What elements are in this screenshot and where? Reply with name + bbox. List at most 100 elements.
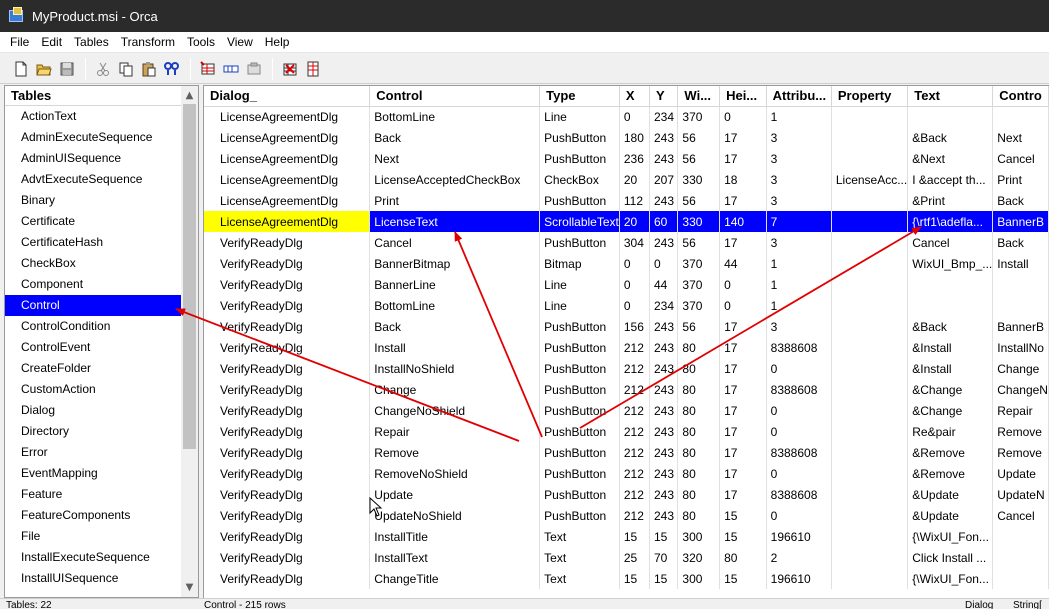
table-list-item[interactable]: ControlEvent [5, 337, 198, 358]
table-cell[interactable] [907, 295, 994, 316]
table-cell[interactable]: 243 [649, 148, 679, 169]
table-cell[interactable]: LicenseAgreementDlg [204, 211, 371, 232]
table-cell[interactable]: PushButton [539, 442, 620, 463]
table-cell[interactable]: 243 [649, 442, 679, 463]
table-cell[interactable] [831, 568, 909, 589]
table-cell[interactable]: 44 [649, 274, 679, 295]
table-cell[interactable]: ChangeTitle [369, 568, 541, 589]
table-cell[interactable]: 80 [677, 484, 721, 505]
table-cell[interactable]: Text [539, 526, 620, 547]
table-cell[interactable]: 80 [677, 421, 721, 442]
table-cell[interactable]: 15 [619, 526, 651, 547]
table-cell[interactable]: PushButton [539, 190, 620, 211]
table-cell[interactable]: InstallTitle [369, 526, 541, 547]
table-cell[interactable]: LicenseAcceptedCheckBox [369, 169, 541, 190]
table-cell[interactable]: InstallNoShield [369, 358, 541, 379]
table-list-item[interactable]: AdminUISequence [5, 148, 198, 169]
table-list-item[interactable]: CustomAction [5, 379, 198, 400]
table-cell[interactable]: Text [539, 568, 620, 589]
table-row[interactable]: LicenseAgreementDlg BottomLine Line 0 234 370… [204, 106, 1049, 127]
table-cell[interactable]: Cancel [907, 232, 994, 253]
table-cell[interactable]: BannerB [992, 316, 1049, 337]
table-cell[interactable]: 300 [677, 568, 721, 589]
table-cell[interactable] [831, 379, 909, 400]
table-cell[interactable]: 243 [649, 505, 679, 526]
table-cell[interactable]: 0 [649, 253, 679, 274]
table-cell[interactable] [992, 274, 1049, 295]
table-cell[interactable]: 80 [677, 505, 721, 526]
table-cell[interactable]: 0 [619, 274, 651, 295]
column-header[interactable]: Y [649, 86, 679, 107]
menu-view[interactable]: View [221, 35, 259, 49]
table-cell[interactable] [992, 526, 1049, 547]
table-cell[interactable]: 243 [649, 127, 679, 148]
table-cell[interactable]: 212 [619, 484, 651, 505]
table-cell[interactable]: VerifyReadyDlg [204, 547, 371, 568]
table-cell[interactable] [831, 190, 909, 211]
table-cell[interactable]: Print [369, 190, 541, 211]
table-list-item[interactable]: CreateFolder [5, 358, 198, 379]
table-cell[interactable]: VerifyReadyDlg [204, 253, 371, 274]
table-cell[interactable]: PushButton [539, 316, 620, 337]
table-cell[interactable]: 243 [649, 400, 679, 421]
table-row[interactable]: LicenseAgreementDlg LicenseText Scrollable… [204, 211, 1049, 232]
table-cell[interactable]: VerifyReadyDlg [204, 484, 371, 505]
table-cell[interactable] [831, 211, 909, 232]
table-row[interactable]: VerifyReadyDlg InstallNoShield PushButton 2… [204, 358, 1049, 379]
table-cell[interactable]: 3 [766, 190, 832, 211]
table-cell[interactable]: Cancel [369, 232, 541, 253]
table-cell[interactable]: 18 [719, 169, 767, 190]
table-list-item[interactable]: FeatureComponents [5, 505, 198, 526]
table-cell[interactable]: 370 [677, 106, 721, 127]
table-cell[interactable]: &Update [907, 505, 994, 526]
table-cell[interactable] [992, 106, 1049, 127]
table-cell[interactable]: 140 [719, 211, 767, 232]
table-cell[interactable]: 80 [719, 547, 767, 568]
table-cell[interactable]: 243 [649, 232, 679, 253]
table-cell[interactable]: 20 [619, 211, 651, 232]
table-cell[interactable]: BannerB [992, 211, 1049, 232]
table-cell[interactable]: 330 [677, 169, 721, 190]
merge-module-icon[interactable] [302, 58, 324, 80]
table-cell[interactable]: 15 [719, 505, 767, 526]
table-cell[interactable]: VerifyReadyDlg [204, 526, 371, 547]
table-cell[interactable]: Remove [992, 421, 1049, 442]
table-cell[interactable]: 44 [719, 253, 767, 274]
table-cell[interactable]: 3 [766, 316, 832, 337]
table-cell[interactable]: Update [369, 484, 541, 505]
table-list-item[interactable]: Feature [5, 484, 198, 505]
table-cell[interactable] [831, 400, 909, 421]
table-cell[interactable]: 56 [677, 127, 721, 148]
table-cell[interactable]: LicenseAgreementDlg [204, 190, 371, 211]
table-cell[interactable]: 236 [619, 148, 651, 169]
table-cell[interactable]: PushButton [539, 379, 620, 400]
table-cell[interactable]: 56 [677, 316, 721, 337]
table-list-item[interactable]: CertificateHash [5, 232, 198, 253]
table-row[interactable]: VerifyReadyDlg ChangeNoShield PushButton 21… [204, 400, 1049, 421]
table-cell[interactable]: InstallText [369, 547, 541, 568]
table-cell[interactable]: 370 [677, 253, 721, 274]
scrollbar-thumb[interactable] [183, 104, 196, 449]
table-cell[interactable]: 8388608 [766, 484, 832, 505]
table-cell[interactable]: 0 [619, 253, 651, 274]
table-cell[interactable]: Next [369, 148, 541, 169]
table-list-item[interactable]: Certificate [5, 211, 198, 232]
table-cell[interactable] [831, 295, 909, 316]
table-cell[interactable]: 15 [649, 568, 679, 589]
table-cell[interactable] [831, 148, 909, 169]
column-header[interactable]: Control [369, 86, 541, 107]
table-cell[interactable] [907, 274, 994, 295]
table-cell[interactable]: UpdateN [992, 484, 1049, 505]
table-cell[interactable]: VerifyReadyDlg [204, 358, 371, 379]
table-cell[interactable]: &Install [907, 337, 994, 358]
table-row[interactable]: LicenseAgreementDlg Back PushButton 180 243 5… [204, 127, 1049, 148]
table-cell[interactable]: Remove [992, 442, 1049, 463]
menu-transform[interactable]: Transform [115, 35, 181, 49]
table-cell[interactable]: 0 [766, 358, 832, 379]
table-cell[interactable] [831, 358, 909, 379]
table-cell[interactable]: 196610 [766, 526, 832, 547]
table-cell[interactable]: 207 [649, 169, 679, 190]
table-cell[interactable] [992, 295, 1049, 316]
table-cell[interactable]: PushButton [539, 421, 620, 442]
table-cell[interactable]: 300 [677, 526, 721, 547]
